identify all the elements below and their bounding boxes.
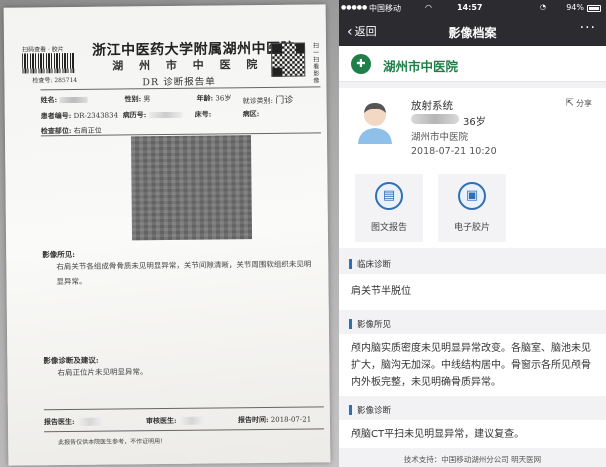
section-heading-imaging-findings: 影像所见 [339,316,606,332]
paper-diagnosis-text: 右肩正位片未见明显异常。 [57,367,148,378]
section-accent-bar [349,319,352,329]
divider [40,86,321,91]
paper-report-doctor: 报告医生: [44,417,103,428]
section-heading-text: 影像所见 [357,320,392,330]
qr-side-label: 扫一扫看影像 [312,42,320,85]
section-heading-imaging-diagnosis: 影像诊断 [339,402,606,418]
qr-code-icon [270,42,306,77]
share-button[interactable]: ⇱ 分享 [566,98,592,109]
tile-electronic-film[interactable]: ▣ 电子胶片 [438,174,506,242]
paper-patient-no-field: 患者编号: DR-2343834 [41,111,118,122]
paper-name-label: 姓名: [40,95,58,105]
section-accent-bar [349,259,352,269]
paper-ward-no-field: 病历号: [123,110,183,121]
section-heading-text: 临床诊断 [357,260,392,270]
wifi-icon: ◠ [425,3,432,12]
hospital-name: 湖州市中医院 [383,59,459,74]
xray-image [130,135,253,241]
hospital-header: ✚ 湖州市中医院 [339,46,606,82]
paper-gender-field: 性别: 男 [125,94,151,104]
battery-percent: 94% [566,3,584,12]
redacted-signature [178,416,205,425]
paper-age-label: 年龄: [196,93,214,103]
tile-image-report[interactable]: ▤ 图文报告 [355,174,423,242]
patient-system: 放射系统 [411,100,453,112]
paper-report-sheet: 扫码查看 · 胶片 检查号: 285714 浙江中医药大学附属湖州中医院 湖 州… [3,4,331,466]
paper-patient-no-value: DR-2343834 [73,111,119,120]
paper-age-value: 36岁 [215,94,232,103]
redacted-patient-name [411,114,459,124]
paper-hospital-subtitle: 湖 州 市 中 医 院 [112,57,264,73]
imaging-diagnosis-text: 颅脑CT平扫未见明显异常，建议复查。 [339,420,606,448]
divider [44,428,325,433]
nav-bar: ‹ 返回 影像档案 ··· [339,16,606,46]
paper-age-field: 年龄: 36岁 [197,93,232,103]
paper-review-doctor: 审核医生: [146,416,205,427]
paper-ward-no-label: 病历号: [122,110,147,120]
patient-info-card: 放射系统 36岁 湖州市中医院 2018-07-21 10:20 ⇱ 分享 ▤ 图… [339,88,606,248]
barcode-label: 扫码查看 · 胶片 [22,46,64,54]
carrier-name: 中国移动 [369,4,401,13]
share-icon: ⇱ [565,98,574,109]
phone-screen: ●●●●● 中国移动 ◠ 14:57 ◔ 94% ‹ 返回 影像档案 ··· ✚ … [339,0,606,467]
status-time: 14:57 [457,3,483,12]
page-title: 影像档案 [448,26,497,40]
more-button[interactable]: ··· [580,20,596,36]
paper-report-doctor-label: 报告医生: [43,416,75,427]
paper-area-label: 病区: [242,109,260,119]
barcode-number: 检查号: 285714 [32,76,78,85]
paper-bed-field: 床号: [195,110,212,120]
paper-findings-text: 右肩关节各组成骨骨质未见明显异常，关节间隙清晰，关节周围软组织未见明显异常。 [56,259,312,287]
redacted-name [59,96,88,104]
hospital-logo-icon: ✚ [351,54,371,74]
paper-gender-value: 男 [143,95,151,104]
rotation-lock-icon: ◔ [539,3,546,11]
paper-area-field: 病区: [243,109,260,119]
paper-visit-value: 门诊 [275,95,294,106]
signal-icon: ●●●●● [341,4,368,11]
paper-footnote: 此报告仅供本院医生参考，不作证明用！ [58,438,167,447]
patient-age: 36岁 [463,117,486,128]
paper-name-field: 姓名: [41,95,88,105]
paper-exam-label: 检查部位: [40,125,72,136]
tile-label: 电子胶片 [453,223,490,233]
redacted-signature [76,417,103,426]
patient-hospital: 湖州市中医院 [411,132,469,143]
status-bar: ●●●●● 中国移动 ◠ 14:57 ◔ 94% [339,0,606,16]
footer-support-text: 技术支持：中国移动湖州分公司 明天医网 [403,455,542,464]
paper-patient-no-label: 患者编号: [40,110,72,121]
section-heading-clinical-diagnosis: 临床诊断 [339,256,606,272]
paper-report-photo: 扫码查看 · 胶片 检查号: 285714 浙江中医药大学附属湖州中医院 湖 州… [0,0,339,467]
battery-icon [587,5,601,12]
barcode-icon [22,52,75,74]
redacted-record-no [148,111,183,119]
paper-report-time: 报告时间: 2018-07-21 [238,415,311,426]
paper-report-time-label: 报告时间: [237,414,269,425]
paper-review-doctor-label: 审核医生: [145,415,177,426]
section-heading-text: 影像诊断 [357,406,392,416]
paper-report-time-value: 2018-07-21 [270,415,312,424]
share-label: 分享 [576,99,592,108]
section-accent-bar [349,405,352,415]
report-document-icon: ▤ [375,182,403,210]
paper-bed-label: 床号: [194,109,212,119]
film-icon: ▣ [458,182,486,210]
exam-datetime: 2018-07-21 10:20 [411,146,497,157]
clinical-diagnosis-text: 肩关节半脱位 [339,274,606,310]
divider [43,406,324,411]
tile-label: 图文报告 [370,223,407,233]
paper-visit-field: 就诊类别: 门诊 [243,93,294,107]
paper-gender-label: 性别: [124,94,142,104]
imaging-findings-text: 颅内脑实质密度未见明显异常改变。各脑室、脑池未见扩大，脑沟无加深。中线结构居中。… [339,334,606,396]
avatar-icon [355,98,395,144]
paper-report-title: DR 诊断报告单 [142,76,216,89]
paper-visit-label: 就诊类别: [242,96,274,106]
